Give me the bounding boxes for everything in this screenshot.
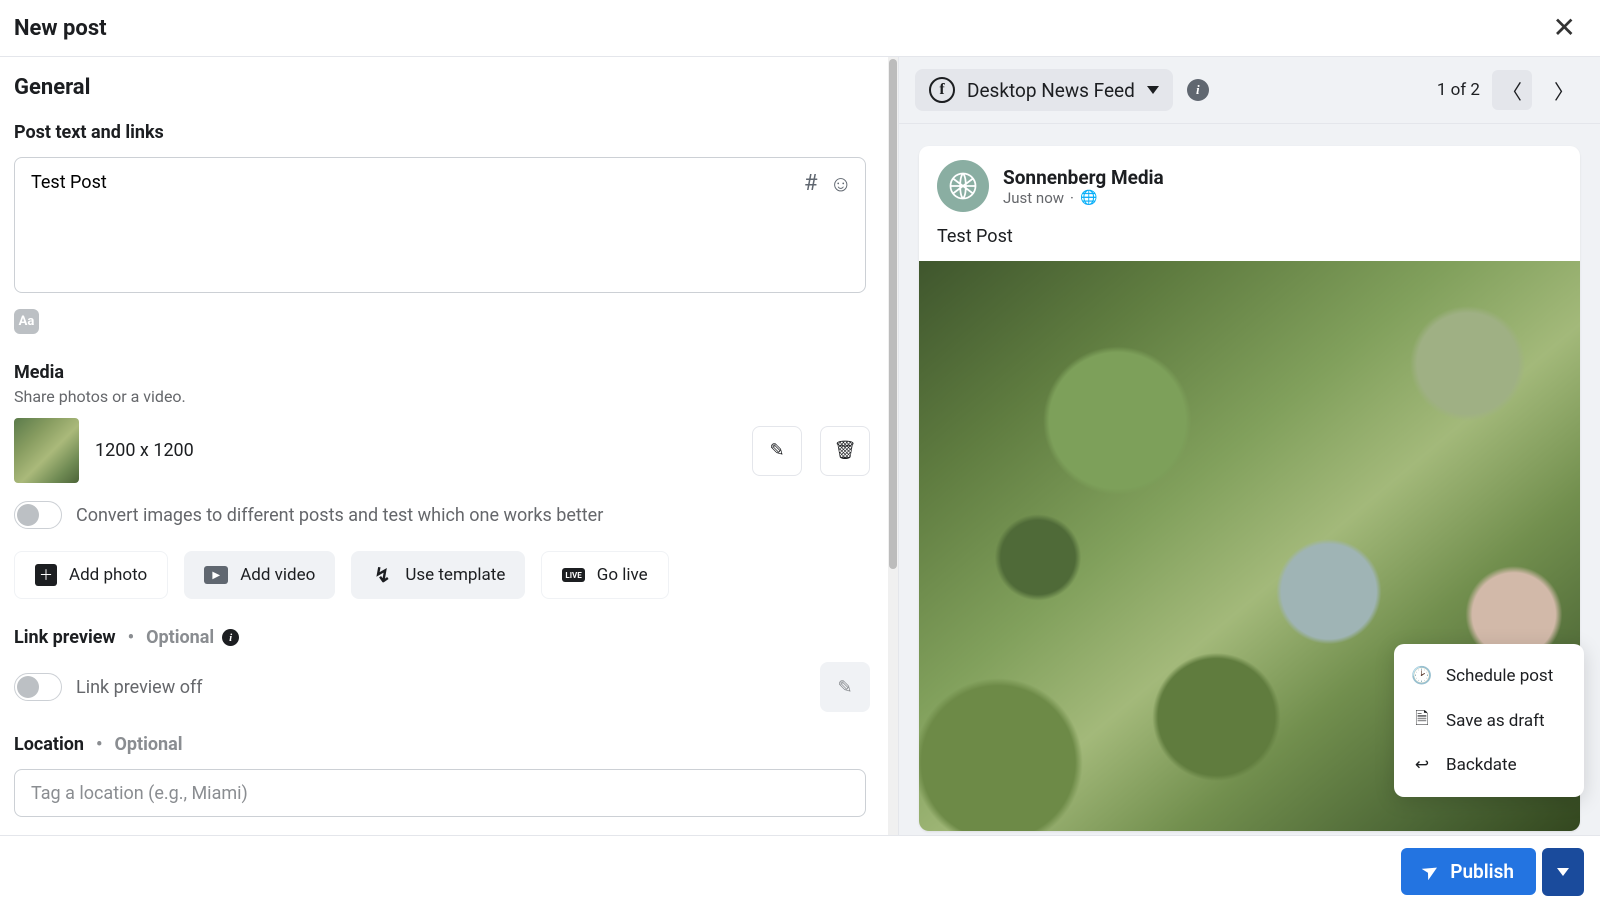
link-preview-label: Link preview • Optional i bbox=[14, 627, 870, 648]
clock-icon: 🕑 bbox=[1412, 666, 1432, 686]
preview-pane: f Desktop News Feed i 1 of 2 〈 〉 bbox=[898, 57, 1600, 907]
modal-title: New post bbox=[14, 16, 107, 41]
hashtag-icon[interactable]: # bbox=[804, 171, 818, 197]
location-input[interactable] bbox=[14, 769, 866, 817]
go-live-button[interactable]: LIVE Go live bbox=[541, 551, 668, 599]
add-video-button[interactable]: ▶ Add video bbox=[184, 551, 335, 599]
publish-label: Publish bbox=[1450, 860, 1514, 883]
pencil-icon: ✎ bbox=[837, 677, 852, 698]
photo-plus-icon: ＋ bbox=[35, 564, 57, 586]
publish-more-button[interactable] bbox=[1542, 848, 1584, 896]
convert-images-label: Convert images to different posts and te… bbox=[76, 505, 603, 526]
convert-images-toggle[interactable] bbox=[14, 501, 62, 529]
backdate-label: Backdate bbox=[1446, 755, 1517, 775]
page-avatar bbox=[937, 160, 989, 212]
add-video-label: Add video bbox=[240, 565, 315, 585]
location-label: Location • Optional bbox=[14, 734, 870, 755]
use-template-button[interactable]: ↯ Use template bbox=[351, 551, 525, 599]
save-draft-label: Save as draft bbox=[1446, 711, 1545, 731]
chevron-right-icon: 〉 bbox=[1554, 76, 1574, 105]
preview-info-icon[interactable]: i bbox=[1187, 79, 1209, 101]
scrollbar-thumb[interactable] bbox=[889, 59, 897, 569]
media-label: Media bbox=[14, 362, 870, 383]
globe-icon: 🌐 bbox=[1080, 190, 1097, 206]
save-draft-item[interactable]: 🗎 Save as draft bbox=[1394, 696, 1584, 745]
video-icon: ▶ bbox=[204, 566, 228, 584]
pencil-icon: ✎ bbox=[769, 440, 784, 461]
publish-button[interactable]: ➤ Publish bbox=[1401, 848, 1536, 895]
modal-footer: ➤ Publish bbox=[0, 835, 1600, 907]
facebook-icon: f bbox=[929, 77, 955, 103]
text-background-button[interactable]: Aa bbox=[14, 309, 39, 334]
document-icon: 🗎 bbox=[1412, 706, 1432, 735]
media-sublabel: Share photos or a video. bbox=[14, 387, 870, 406]
scrollbar[interactable] bbox=[888, 57, 898, 837]
link-preview-state: Link preview off bbox=[76, 677, 202, 698]
schedule-post-item[interactable]: 🕑 Schedule post bbox=[1394, 656, 1584, 696]
post-text-label: Post text and links bbox=[14, 122, 870, 143]
post-time: Just now bbox=[1003, 189, 1064, 207]
media-dimensions: 1200 x 1200 bbox=[95, 440, 194, 461]
chevron-down-icon bbox=[1147, 86, 1159, 94]
preview-next-button[interactable]: 〉 bbox=[1544, 70, 1584, 110]
compose-pane: General Post text and links # ☺ Aa Media… bbox=[0, 57, 898, 907]
close-button[interactable]: ✕ bbox=[1547, 14, 1582, 42]
close-icon: ✕ bbox=[1553, 11, 1576, 44]
info-icon[interactable]: i bbox=[222, 629, 239, 646]
template-icon: ↯ bbox=[371, 566, 393, 584]
schedule-post-label: Schedule post bbox=[1446, 666, 1553, 686]
trash-icon: 🗑 bbox=[834, 440, 857, 461]
backdate-icon: ↩︎ bbox=[1412, 755, 1432, 775]
paper-plane-icon: ➤ bbox=[1419, 859, 1443, 885]
avatar-logo-icon bbox=[948, 171, 978, 201]
preview-prev-button[interactable]: 〈 bbox=[1492, 70, 1532, 110]
go-live-label: Go live bbox=[597, 565, 648, 585]
publish-options-menu: 🕑 Schedule post 🗎 Save as draft ↩︎ Backd… bbox=[1394, 644, 1584, 797]
add-photo-button[interactable]: ＋ Add photo bbox=[14, 551, 168, 599]
edit-media-button[interactable]: ✎ bbox=[752, 426, 802, 476]
meta-separator: · bbox=[1070, 189, 1074, 207]
section-heading-general: General bbox=[14, 75, 870, 100]
media-thumbnail[interactable] bbox=[14, 418, 79, 483]
post-text-input[interactable] bbox=[14, 157, 866, 293]
preview-pager: 1 of 2 bbox=[1437, 80, 1480, 100]
chevron-left-icon: 〈 bbox=[1502, 76, 1522, 105]
edit-link-preview-button[interactable]: ✎ bbox=[820, 662, 870, 712]
feed-selector-label: Desktop News Feed bbox=[967, 79, 1135, 102]
link-preview-toggle[interactable] bbox=[14, 673, 62, 701]
use-template-label: Use template bbox=[405, 565, 505, 585]
chevron-down-icon bbox=[1557, 868, 1569, 876]
live-icon: LIVE bbox=[562, 568, 584, 582]
media-item-row: 1200 x 1200 ✎ 🗑 bbox=[14, 418, 870, 483]
backdate-item[interactable]: ↩︎ Backdate bbox=[1394, 745, 1584, 785]
feed-selector[interactable]: f Desktop News Feed bbox=[915, 69, 1173, 111]
preview-post-text: Test Post bbox=[919, 222, 1580, 261]
delete-media-button[interactable]: 🗑 bbox=[820, 426, 870, 476]
emoji-icon[interactable]: ☺ bbox=[830, 171, 852, 197]
add-photo-label: Add photo bbox=[69, 565, 147, 585]
page-name: Sonnenberg Media bbox=[1003, 166, 1164, 189]
